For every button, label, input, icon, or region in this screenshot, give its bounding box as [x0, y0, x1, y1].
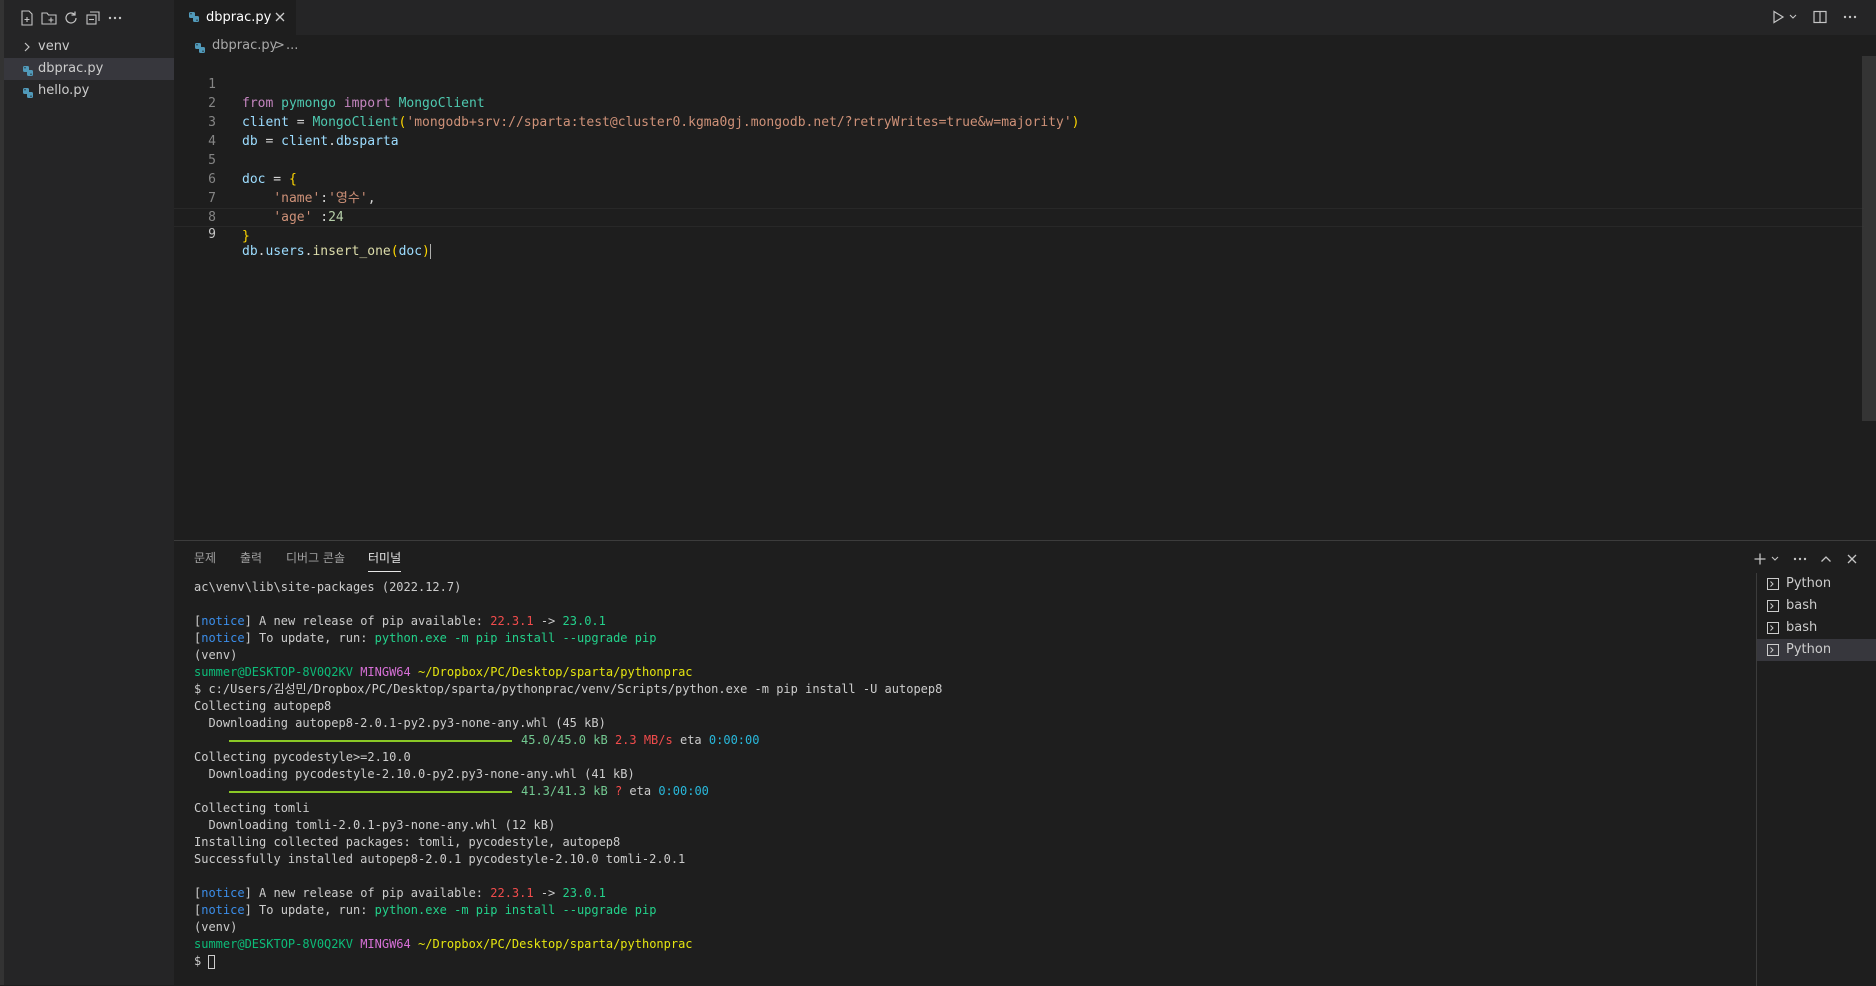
code-line-current: 9 db.users.insert_one(doc): [174, 208, 1864, 259]
breadcrumb: dbprac.py > ...: [174, 35, 1876, 57]
terminal-line: Installing collected packages: tomli, py…: [194, 835, 621, 849]
tree-item-label: venv: [38, 39, 70, 54]
tree-item-dbprac[interactable]: dbprac.py: [4, 58, 174, 80]
terminal-item-bash[interactable]: bash: [1757, 617, 1876, 639]
line-number: 9: [208, 227, 216, 242]
terminal-item-python[interactable]: Python: [1757, 573, 1876, 595]
download-progress-bar: [229, 790, 512, 793]
tree-item-label: hello.py: [38, 83, 90, 98]
editor-scrollbar[interactable]: [1862, 56, 1876, 540]
text-cursor: [429, 244, 431, 259]
terminal-list: Python bash bash Python: [1756, 573, 1876, 986]
breadcrumb-symbols[interactable]: ...: [286, 35, 298, 57]
code-editor[interactable]: 1 from pymongo import MongoClient 2 clie…: [174, 56, 1876, 516]
terminal-line: ac\venv\lib\site-packages (2022.12.7): [194, 580, 462, 594]
tree-item-hello[interactable]: hello.py: [4, 80, 174, 102]
chevron-up-icon[interactable]: [1818, 551, 1834, 567]
code-line: 3 db = client.dbsparta: [174, 94, 1864, 149]
code-line: 2 client = MongoClient('mongodb+srv://sp…: [174, 75, 1864, 130]
terminal-line: [notice] A new release of pip available:…: [194, 886, 606, 900]
chevron-right-icon: [22, 36, 34, 58]
panel-tabs: 문제 출력 디버그 콘솔 터미널: [174, 541, 1876, 576]
terminal-line: Collecting autopep8: [194, 699, 332, 713]
terminal-line: Downloading autopep8-2.0.1-py2.py3-none-…: [194, 716, 606, 730]
terminal-item-bash[interactable]: bash: [1757, 595, 1876, 617]
editor-area: dbprac.py dbprac.py > ... 1 from pymongo…: [174, 0, 1876, 540]
terminal-line: Downloading tomli-2.0.1-py3-none-any.whl…: [194, 818, 556, 832]
code-line: 8 }: [174, 189, 1864, 244]
terminal-icon: [1767, 644, 1779, 656]
line-content: db.users.insert_one(doc): [242, 244, 431, 259]
tree-item-venv[interactable]: venv: [4, 36, 174, 58]
download-progress-bar: [229, 739, 512, 742]
scrollbar-thumb[interactable]: [1862, 56, 1876, 421]
terminal-line: 41.3/41.3 kB ? eta 0:00:00: [194, 783, 1724, 800]
python-file-icon: [22, 85, 34, 98]
close-icon[interactable]: [1844, 551, 1860, 567]
editor-tab-bar: dbprac.py: [174, 0, 1876, 35]
python-file-icon: [194, 40, 206, 53]
terminal-line: Collecting tomli: [194, 801, 310, 815]
split-editor-icon[interactable]: [1812, 9, 1828, 25]
code-line: 4: [174, 113, 1864, 149]
code-line: 1 from pymongo import MongoClient: [174, 56, 1864, 111]
more-actions-icon[interactable]: [1792, 551, 1808, 567]
python-file-icon: [22, 63, 34, 76]
explorer-actions: [4, 0, 174, 36]
chevron-down-icon[interactable]: [1788, 9, 1798, 25]
file-tree: venv dbprac.py hello.py: [4, 36, 174, 102]
terminal-line: [notice] To update, run: python.exe -m p…: [194, 903, 657, 917]
code-line: 7 'age' :24: [174, 170, 1864, 225]
more-actions-icon[interactable]: [106, 9, 124, 27]
close-icon[interactable]: [272, 9, 288, 25]
breadcrumb-separator: >: [274, 38, 285, 53]
new-file-icon[interactable]: [18, 9, 36, 27]
chevron-down-icon[interactable]: [1770, 551, 1780, 567]
editor-actions: [1766, 0, 1876, 35]
terminal-line: $ c:/Users/김성민/Dropbox/PC/Desktop/sparta…: [194, 682, 943, 696]
terminal-line: summer@DESKTOP-8V0Q2KV MINGW64 ~/Dropbox…: [194, 937, 693, 951]
more-actions-icon[interactable]: [1842, 9, 1858, 25]
terminal-line: [notice] A new release of pip available:…: [194, 614, 606, 628]
terminal-line: 45.0/45.0 kB 2.3 MB/s eta 0:00:00: [194, 732, 1724, 749]
tab-terminal[interactable]: 터미널: [368, 541, 402, 576]
python-file-icon: [188, 11, 200, 23]
terminal-item-python-active[interactable]: Python: [1757, 639, 1876, 661]
terminal-icon: [1767, 578, 1779, 590]
terminal-line: Successfully installed autopep8-2.0.1 py…: [194, 852, 686, 866]
terminal-line: summer@DESKTOP-8V0Q2KV MINGW64 ~/Dropbox…: [194, 665, 693, 679]
terminal-line: [notice] To update, run: python.exe -m p…: [194, 631, 657, 645]
new-folder-icon[interactable]: [40, 9, 58, 27]
collapse-all-icon[interactable]: [84, 9, 102, 27]
terminal-prompt-line: $: [194, 953, 1724, 970]
terminal-line: (venv): [194, 920, 238, 934]
terminal-icon: [1767, 622, 1779, 634]
terminal-cursor: [208, 954, 216, 969]
tree-item-label: dbprac.py: [38, 61, 104, 76]
bottom-panel: 문제 출력 디버그 콘솔 터미널 ac\venv\lib\site-packag…: [174, 540, 1876, 986]
tab-debug-console[interactable]: 디버그 콘솔: [286, 541, 345, 576]
terminal-icon: [1767, 600, 1779, 612]
tab-problems[interactable]: 문제: [194, 541, 216, 576]
tab-dbprac[interactable]: dbprac.py: [174, 0, 296, 35]
tab-output[interactable]: 출력: [240, 541, 262, 576]
terminal-line: (venv): [194, 648, 238, 662]
tab-label: dbprac.py: [206, 10, 272, 25]
explorer-sidebar: venv dbprac.py hello.py: [4, 0, 174, 985]
code-line: 5 doc = {: [174, 132, 1864, 187]
refresh-icon[interactable]: [62, 9, 80, 27]
code-line: 6 'name':'영수',: [174, 151, 1864, 206]
breadcrumb-file[interactable]: dbprac.py: [212, 35, 277, 57]
terminal-line: Collecting pycodestyle>=2.10.0: [194, 750, 411, 764]
terminal-line: Downloading pycodestyle-2.10.0-py2.py3-n…: [194, 767, 635, 781]
run-icon[interactable]: [1770, 9, 1786, 25]
plus-icon[interactable]: [1752, 551, 1768, 567]
terminal-output[interactable]: ac\venv\lib\site-packages (2022.12.7) [n…: [194, 579, 1724, 979]
